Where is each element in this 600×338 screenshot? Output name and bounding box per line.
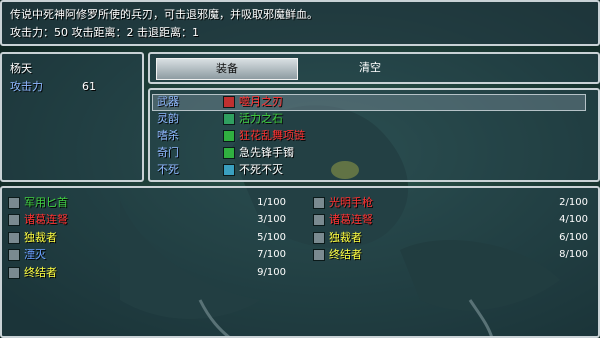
item-name: 军用匕首 — [24, 196, 68, 209]
item-count: 3/100 — [257, 214, 286, 225]
item-description: 传说中死神阿修罗所使的兵刃，可击退邪魔，并吸取邪魔鲜血。 — [10, 8, 318, 21]
slot-item-name: 不死不灭 — [239, 163, 283, 176]
item-name: 终结者 — [329, 248, 362, 261]
slot-cursor — [152, 94, 586, 111]
slot-type-label: 奇门 — [157, 146, 179, 159]
slot-item-name: 噬月之刃 — [239, 95, 283, 108]
feather-icon — [223, 164, 235, 176]
dagger-icon — [8, 197, 20, 209]
clear-command-button[interactable]: 清空 — [300, 58, 440, 78]
blade-icon — [223, 96, 235, 108]
slot-item-name: 急先锋手镯 — [239, 146, 294, 159]
item-count: 1/100 — [257, 197, 286, 208]
stat-value: 61 — [82, 80, 96, 93]
item-count: 2/100 — [559, 197, 588, 208]
slot-item-name: 狂花乱舞项链 — [239, 129, 305, 142]
help-window: 传说中死神阿修罗所使的兵刃，可击退邪魔，并吸取邪魔鲜血。 攻击力：50 攻击距离… — [0, 0, 600, 46]
command-window: 装备 清空 — [148, 52, 600, 84]
item-name: 光明手枪 — [329, 196, 373, 209]
equip-command-button[interactable]: 装备 — [156, 58, 298, 80]
slot-type-label: 不死 — [157, 163, 179, 176]
item-stats: 攻击力：50 攻击距离：2 击退距离：1 — [10, 26, 199, 39]
item-count: 8/100 — [559, 249, 588, 260]
item-count: 4/100 — [559, 214, 588, 225]
gun-icon — [8, 267, 20, 279]
gun-icon — [8, 249, 20, 261]
crossbow-icon — [8, 214, 20, 226]
item-name: 湮灭 — [24, 248, 46, 261]
crossbow-icon — [313, 214, 325, 226]
slot-type-label: 嗜杀 — [157, 129, 179, 142]
gun-icon — [313, 249, 325, 261]
item-name: 诸葛连弩 — [24, 213, 68, 226]
item-count: 7/100 — [257, 249, 286, 260]
pistol-icon — [313, 197, 325, 209]
bracelet-icon — [223, 147, 235, 159]
gun-icon — [313, 232, 325, 244]
item-name: 独裁者 — [24, 231, 57, 244]
inventory-window — [0, 186, 600, 338]
item-name: 终结者 — [24, 266, 57, 279]
item-name: 诸葛连弩 — [329, 213, 373, 226]
necklace-icon — [223, 130, 235, 142]
slot-type-label: 灵韵 — [157, 112, 179, 125]
slot-type-label: 武器 — [157, 95, 179, 108]
item-count: 6/100 — [559, 232, 588, 243]
status-window: 杨天 攻击力 61 — [0, 52, 144, 182]
actor-name: 杨天 — [10, 62, 32, 75]
slot-item-name: 活力之石 — [239, 112, 283, 125]
item-count: 5/100 — [257, 232, 286, 243]
gun-icon — [8, 232, 20, 244]
item-name: 独裁者 — [329, 231, 362, 244]
stat-label: 攻击力 — [10, 80, 43, 93]
item-count: 9/100 — [257, 267, 286, 278]
orb-icon — [223, 113, 235, 125]
